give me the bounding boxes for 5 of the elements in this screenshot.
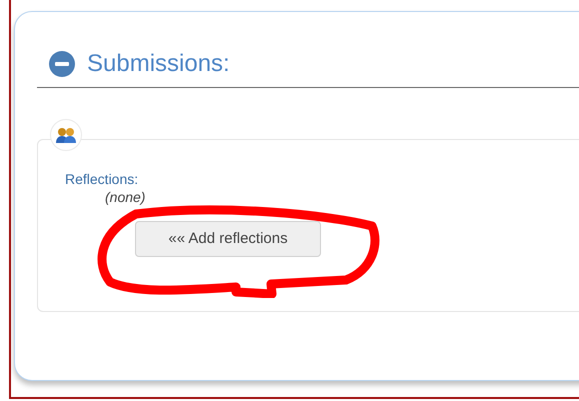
reflections-label: Reflections: xyxy=(65,170,140,188)
section-title: Submissions: xyxy=(87,52,230,76)
add-reflections-button[interactable]: «« Add reflections xyxy=(135,221,321,257)
reflections-value: (none) xyxy=(105,188,146,206)
collapse-icon[interactable] xyxy=(49,51,75,77)
